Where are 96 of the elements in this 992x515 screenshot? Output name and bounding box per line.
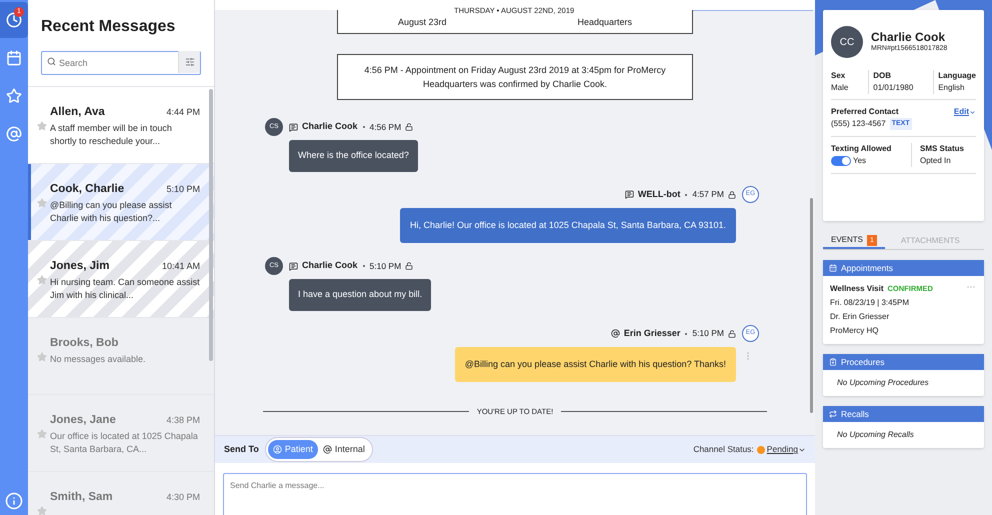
conversation-item[interactable]: Smith, Sam 4:30 PM xyxy=(28,472,214,515)
contact-name: Brooks, Bob xyxy=(50,336,118,351)
appointment-detail: Dr. Erin Griesser xyxy=(830,311,890,323)
at-sign-icon xyxy=(6,126,22,142)
message-bubble: @Billing can you please assist Charlie with his question? Thanks! xyxy=(454,346,736,382)
sender-name: WELL-bot xyxy=(638,188,680,201)
unlock-icon xyxy=(728,330,736,338)
star-icon[interactable] xyxy=(37,506,47,515)
message-bubble: I have a question about my bill. xyxy=(289,279,432,310)
recipient-tab[interactable]: Internal xyxy=(318,440,370,459)
clock-icon xyxy=(6,12,22,28)
user-icon xyxy=(272,445,282,454)
field-value: English xyxy=(938,82,966,94)
field-label: Texting Allowed xyxy=(831,143,892,155)
message-bubble: Where is the office located? xyxy=(289,140,418,172)
star-icon[interactable] xyxy=(37,352,47,362)
filter-button[interactable] xyxy=(178,51,200,73)
caret-icon xyxy=(969,108,976,116)
section-title: Recalls xyxy=(841,408,869,420)
sender-name: Erin Griesser xyxy=(624,326,680,340)
star-icon[interactable] xyxy=(37,429,47,439)
message-time: 4:44 PM xyxy=(166,106,200,119)
appointment-detail: ProMercy HQ xyxy=(830,325,880,337)
search-icon xyxy=(47,57,56,66)
field-label: Language xyxy=(938,70,976,82)
contact-name: Smith, Sam xyxy=(50,490,113,505)
message-preview: A staff member will be in touch shortly to reschedule your... xyxy=(50,122,173,148)
message-bubble: Hi, Charlie! Our office is located at 1025 Chapala St, Santa Barbara, CA 93101. xyxy=(400,208,736,243)
conversation-item[interactable]: Jones, Jim 10:41 AM Hi nursing team. Can someone assist Jim with his clinical... xyxy=(28,241,214,318)
message-preview: No messages available. xyxy=(50,353,147,366)
field-label: DOB xyxy=(873,70,892,82)
field-label: Preferred Contact xyxy=(831,106,899,118)
conversation-item[interactable]: Jones, Jane 4:38 PM Our office is located at 1025 Chapala St, Santa Barbara, CA... xyxy=(28,395,214,472)
event-text: August 23rd xyxy=(398,16,447,29)
channel-status-dropdown[interactable]: Pending xyxy=(766,443,806,456)
unlock-icon xyxy=(405,123,414,131)
lock-icon xyxy=(728,190,736,198)
at-sign-icon xyxy=(322,445,332,454)
at-sign-icon xyxy=(610,329,620,338)
contact-name: Jones, Jim xyxy=(50,259,110,274)
unlock-icon xyxy=(405,262,414,270)
message-time: 4:57 PM xyxy=(692,188,724,201)
field-label: Sex xyxy=(831,70,846,82)
recipient-tab[interactable]: Patient xyxy=(268,440,318,459)
field-value: Opted In xyxy=(920,155,952,167)
star-icon xyxy=(6,88,22,104)
edit-link[interactable]: Edit xyxy=(954,106,976,118)
event-notice: 4:56 PM - Appointment on Friday August 23rd 2019 at 3:45pm for ProMercy Headquarters was confirmed by Charlie Cook. xyxy=(337,54,693,100)
contact-name: Cook, Charlie xyxy=(50,182,124,197)
repeat-icon xyxy=(829,410,837,418)
message-time: 5:10 PM xyxy=(692,327,724,340)
sender-name: Charlie Cook xyxy=(302,120,358,134)
message-input[interactable]: Send Charlie a message... xyxy=(223,473,807,515)
channel-status-label: Channel Status: xyxy=(693,443,754,456)
message-preview: @Billing can you please assist Charlie with his question?... xyxy=(50,199,173,226)
chat-icon xyxy=(289,262,298,270)
sliders-icon xyxy=(184,57,194,67)
phone-number: (555) 123-4567 xyxy=(831,118,886,130)
message-preview: Hi nursing team. Can someone assist Jim with his clinical... xyxy=(50,276,200,302)
calendar-icon xyxy=(6,50,22,66)
appointment-detail: Fri. 08/23/19 | 3:45PM xyxy=(830,297,910,309)
section-title: Procedures xyxy=(841,356,884,368)
empty-text: No Upcoming Procedures xyxy=(836,377,930,389)
star-icon[interactable] xyxy=(37,275,47,285)
send-to-label: Send To xyxy=(224,442,259,456)
contact-name: Jones, Jane xyxy=(50,413,116,428)
toggle-switch[interactable] xyxy=(831,156,851,166)
message-time: 5:10 PM xyxy=(166,183,200,196)
message-preview: Our office is located at 1025 Chapala St, Santa Barbara, CA... xyxy=(50,430,199,456)
field-value: Yes xyxy=(853,155,866,167)
message-time: 4:38 PM xyxy=(166,414,200,427)
message-time: 4:30 PM xyxy=(166,491,200,504)
message-time: 4:56 PM xyxy=(370,120,402,134)
field-label: SMS Status xyxy=(920,143,964,155)
sender-name: Charlie Cook xyxy=(302,259,358,272)
field-value: Male xyxy=(831,82,848,94)
appointment-title: Wellness Visit xyxy=(830,283,884,295)
message-time: 5:10 PM xyxy=(370,260,402,272)
patient-name: Charlie Cook xyxy=(871,30,946,44)
chat-icon xyxy=(624,190,634,199)
conversation-item[interactable]: Cook, Charlie 5:10 PM @Billing can you please assist Charlie with his question?... xyxy=(28,164,214,241)
calendar-icon xyxy=(829,264,837,272)
field-value: 01/01/1980 xyxy=(873,82,914,94)
star-icon[interactable] xyxy=(37,121,47,131)
patient-avatar: CC xyxy=(831,26,863,58)
conversation-item[interactable]: Brooks, Bob No messages available. xyxy=(28,318,214,395)
chat-icon xyxy=(289,122,298,132)
clipboard-icon xyxy=(829,358,837,366)
sidebar-title: Recent Messages xyxy=(41,17,176,37)
info-icon xyxy=(5,492,23,510)
contact-name: Allen, Ava xyxy=(50,105,105,120)
star-icon[interactable] xyxy=(37,198,47,208)
empty-text: No Upcoming Recalls xyxy=(836,429,915,441)
event-text: Headquarters xyxy=(577,16,632,29)
section-title: Appointments xyxy=(841,262,893,274)
message-time: 10:41 AM xyxy=(162,260,200,273)
